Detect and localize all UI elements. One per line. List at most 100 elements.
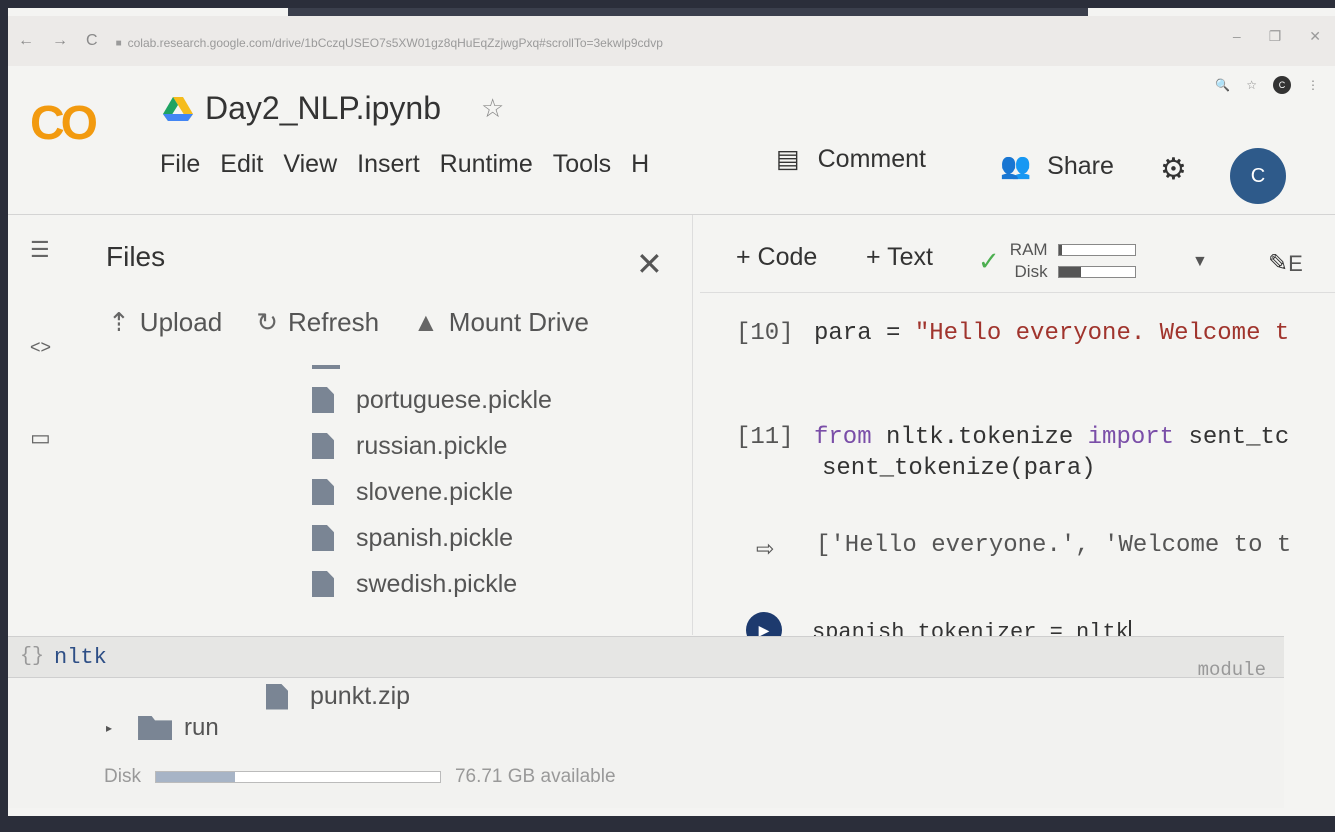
window-controls: – ❐ ✕ [1233,28,1321,45]
menu-file[interactable]: File [150,150,210,179]
list-scroll-indicator [312,365,340,369]
edit-button[interactable]: ✎E [1268,249,1303,278]
file-item[interactable]: slovene.pickle [312,469,552,515]
zoom-icon[interactable]: 🔍 [1215,78,1230,92]
add-text-button[interactable]: + Text [866,243,933,272]
menu-runtime[interactable]: Runtime [430,150,543,179]
menu-insert[interactable]: Insert [347,150,430,179]
colab-logo: CO [30,97,98,150]
file-list: portuguese.pickle russian.pickle slovene… [312,361,552,607]
pencil-icon: ✎ [1268,250,1289,277]
lock-icon: ■ [115,37,122,49]
title-row: Day2_NLP.ipynb ☆ [163,90,504,127]
file-item[interactable]: russian.pickle [312,423,552,469]
code-line: para = [814,320,915,347]
keyword-import: import [1087,424,1175,451]
disk-bar [1057,266,1136,278]
address-bar[interactable]: ■ colab.research.google.com/drive/1bCczq… [116,36,663,50]
minimize-icon[interactable]: – [1233,28,1241,45]
file-item[interactable]: punkt.zip [266,682,410,711]
ram-bar [1057,244,1136,256]
avatar[interactable]: C [1230,148,1286,204]
disk-usage-fill [155,772,236,782]
disk-usage: Disk 76.71 GB available [104,766,616,788]
file-item[interactable]: spanish.pickle [312,515,552,561]
menu-help[interactable]: H [621,150,659,179]
ram-label: RAM [1009,240,1048,259]
file-icon [266,683,288,710]
disk-label: Disk [1014,262,1048,281]
share-label: Share [1047,152,1114,180]
close-window-icon[interactable]: ✕ [1309,28,1321,45]
files-panel: Files ✕ ⇡ Upload ↻ Refresh ▲ Mount Drive po… [88,215,693,635]
table-of-contents-icon[interactable]: ☰ [30,237,50,263]
add-code-button[interactable]: + Code [736,243,817,272]
autocomplete-suggestion[interactable]: {} nltk module [8,636,1284,681]
screen: ← → C ■ colab.research.google.com/drive/… [8,8,1335,824]
notebook-toolbar: + Code + Text ✓ RAM Disk ▼ ✎E [700,215,1335,293]
code-tail: sent_tc [1174,424,1290,451]
file-icon [312,433,334,459]
mount-drive-button[interactable]: ▲ Mount Drive [413,307,589,338]
refresh-icon: ↻ [256,307,278,337]
menu-bar: File Edit View Insert Runtime Tools H [150,150,659,179]
code-cell-10[interactable]: [10] para = "Hello everyone. Welcome t [736,320,1289,347]
ram-bar-fill [1058,245,1063,255]
left-rail: ☰ <> ▭ [8,215,88,635]
disk-bar-fill [1058,267,1082,277]
file-icon [312,525,334,551]
menu-tools[interactable]: Tools [543,150,621,179]
code-string: "Hello everyone. Welcome t [914,320,1290,347]
comment-label: Comment [817,144,926,173]
code-module: nltk.tokenize [871,424,1088,451]
code-line: sent_tokenize(para) [822,455,1096,482]
expand-caret-icon[interactable]: ▸ [106,721,112,735]
drive-mini-icon: ▲ [413,307,439,337]
browser-extension-icons: 🔍 ☆ C ⋮ [1215,76,1319,94]
ram-disk-labels: RAM Disk [1010,239,1048,283]
connected-check-icon: ✓ [978,245,1000,276]
colab-header: CO Day2_NLP.ipynb ☆ File Edit View Inser… [8,66,1335,216]
output-icon[interactable]: ⇨ [756,536,774,562]
module-icon: {} [20,645,45,668]
close-icon[interactable]: ✕ [636,245,663,283]
file-item[interactable]: portuguese.pickle [312,377,552,423]
files-title: Files [106,241,166,272]
back-icon[interactable]: ← [18,32,34,50]
kebab-menu-icon[interactable]: ⋮ [1307,78,1319,92]
folder-icon[interactable]: ▭ [30,425,51,451]
monitor-bezel-bottom [0,816,1335,832]
file-icon [312,387,334,413]
browser-bar: ← → C ■ colab.research.google.com/drive/… [8,16,1335,66]
code-cell-11[interactable]: [11] from nltk.tokenize import sent_tc se… [736,424,1289,482]
folder-item[interactable]: ▸ run [106,714,219,742]
menu-view[interactable]: View [273,150,347,179]
forward-icon[interactable]: → [52,32,68,50]
comment-button[interactable]: ▤ Comment [776,144,926,174]
files-panel-lower: punkt.zip ▸ run Disk 76.71 GB available [8,678,1284,808]
chevron-down-icon[interactable]: ▼ [1192,253,1208,271]
ram-disk-bars [1057,244,1136,278]
upload-button[interactable]: ⇡ Upload [108,307,222,338]
menu-edit[interactable]: Edit [210,150,273,179]
ram-disk-indicator[interactable]: ✓ RAM Disk [978,239,1136,283]
star-icon[interactable]: ☆ [481,93,504,124]
comment-icon: ▤ [776,145,800,173]
notebook-title[interactable]: Day2_NLP.ipynb [205,90,441,127]
reload-icon[interactable]: C [86,32,98,50]
maximize-icon[interactable]: ❐ [1269,28,1282,45]
file-icon [312,571,334,597]
profile-icon[interactable]: C [1273,76,1291,94]
files-actions: ⇡ Upload ↻ Refresh ▲ Mount Drive [108,307,589,338]
file-item[interactable]: swedish.pickle [312,561,552,607]
people-icon: 👥 [1000,152,1032,180]
execution-count: [11] [736,424,794,451]
gear-icon[interactable]: ⚙ [1160,152,1187,187]
keyword-from: from [814,424,872,451]
file-icon [312,479,334,505]
bookmark-star-icon[interactable]: ☆ [1246,78,1257,92]
code-snippets-icon[interactable]: <> [30,337,51,358]
cell-output: ['Hello everyone.', 'Welcome to t [816,532,1292,559]
refresh-button[interactable]: ↻ Refresh [256,307,379,338]
share-button[interactable]: 👥 Share [1000,152,1114,181]
